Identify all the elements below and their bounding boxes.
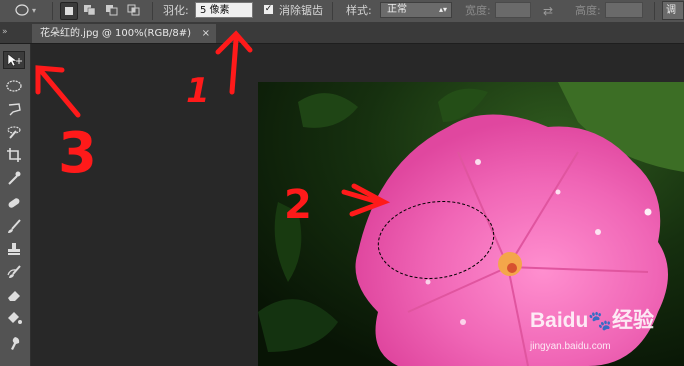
divider (654, 2, 655, 20)
feather-input[interactable]: 5 像素 (195, 2, 253, 18)
watermark-brand: Baidu (530, 309, 589, 332)
height-label: 高度: (575, 4, 601, 17)
lasso-tool-icon[interactable] (3, 100, 25, 118)
divider (52, 2, 53, 20)
width-label: 宽度: (465, 4, 491, 17)
antialias-checkbox[interactable]: ✓ (263, 4, 274, 15)
intersect-selection-button[interactable] (126, 2, 142, 18)
swap-dimensions-icon[interactable]: ⇄ (543, 0, 553, 22)
history-brush-tool-icon[interactable] (3, 263, 25, 281)
new-selection-button[interactable] (60, 2, 78, 20)
paw-logo-icon: 🐾 (588, 311, 613, 332)
tools-panel (0, 44, 31, 366)
elliptical-marquee-tool-icon[interactable] (3, 77, 25, 95)
eyedropper-tool-icon[interactable] (3, 169, 25, 187)
style-label: 样式: (346, 4, 372, 17)
paint-bucket-tool-icon[interactable] (3, 309, 25, 327)
feather-label: 羽化: (163, 4, 189, 17)
divider (332, 2, 333, 20)
quick-selection-tool-icon[interactable] (3, 123, 25, 141)
document-tab-title: 花朵红的.jpg @ 100%(RGB/8#) (40, 28, 192, 39)
move-tool-icon[interactable] (3, 51, 25, 69)
divider (152, 2, 153, 20)
smudge-tool-icon[interactable] (3, 334, 25, 352)
chevron-down-icon: ▴▾ (438, 5, 447, 14)
width-input[interactable] (495, 2, 531, 18)
height-input[interactable] (605, 2, 643, 18)
close-icon[interactable]: × (202, 24, 210, 43)
style-select-value: 正常 (387, 4, 407, 15)
options-bar: ▾ 羽化: 5 像素 ✓ 消除锯齿 样式: 正常 ▴▾ 宽度: ⇄ 高度: 调 (0, 0, 684, 23)
brush-tool-icon[interactable] (3, 217, 25, 235)
document-tab[interactable]: 花朵红的.jpg @ 100%(RGB/8#) × (32, 24, 216, 43)
watermark-product: 经验 (612, 309, 655, 332)
crop-tool-icon[interactable] (3, 146, 25, 164)
panel-collapse-icon[interactable]: » (2, 27, 8, 37)
eraser-tool-icon[interactable] (3, 286, 25, 304)
add-to-selection-button[interactable] (82, 2, 98, 18)
refine-edge-button[interactable]: 调 (662, 1, 684, 20)
subtract-from-selection-button[interactable] (104, 2, 120, 18)
preset-dropdown-arrow[interactable]: ▾ (32, 0, 36, 22)
watermark-url: jingyan.baidu.com (530, 341, 611, 352)
clone-stamp-tool-icon[interactable] (3, 240, 25, 258)
baidu-watermark: Baidu🐾经验 jingyan.baidu.com (530, 310, 654, 353)
ellipse-marquee-preset-icon[interactable] (14, 2, 30, 18)
document-tab-bar: » 花朵红的.jpg @ 100%(RGB/8#) × (0, 23, 684, 44)
healing-brush-tool-icon[interactable] (3, 194, 25, 212)
antialias-label: 消除锯齿 (279, 4, 323, 17)
style-select[interactable]: 正常 ▴▾ (380, 2, 452, 18)
